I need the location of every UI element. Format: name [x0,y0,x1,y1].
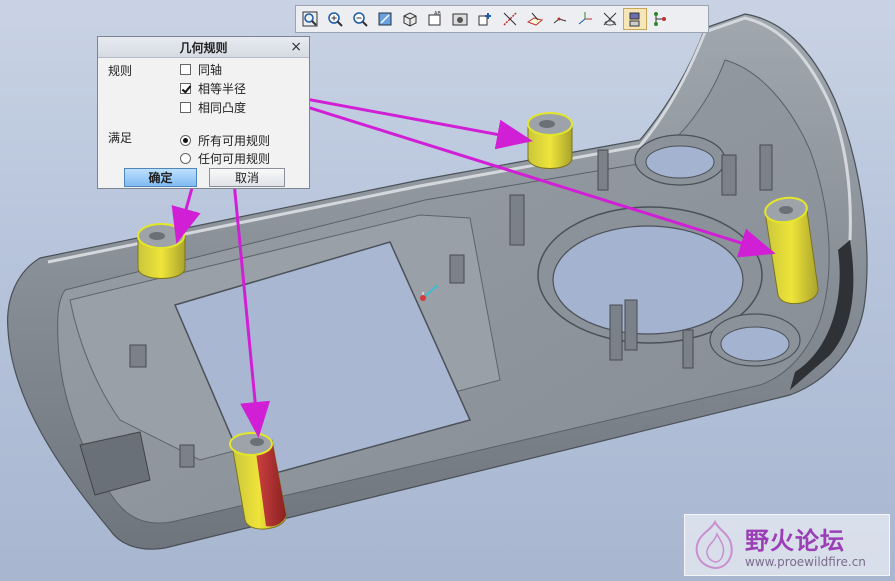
same-convexity-checkbox[interactable] [180,102,191,113]
ok-button[interactable]: 确定 [124,168,197,187]
spin-center-icon[interactable] [473,8,497,30]
watermark-title: 野火论坛 [745,527,845,555]
bottom-hole [720,326,790,362]
flame-logo-icon [695,519,733,570]
dialog-titlebar[interactable]: 几何规则 × [98,37,309,58]
rib [129,344,147,368]
rib [624,299,638,351]
any-rule-radio[interactable] [180,153,191,164]
satisfy-label: 满足 [108,131,133,145]
rib [609,304,623,361]
option-equal-radius[interactable]: 相等半径 [180,80,246,97]
model-tree-icon[interactable] [623,8,647,30]
rib [759,144,773,191]
coaxial-label: 同轴 [198,63,223,77]
rib [509,194,525,246]
view-toolbar: AB [295,5,709,33]
all-rules-radio[interactable] [180,135,191,146]
same-convexity-label: 相同凸度 [198,101,247,115]
rules-label: 规则 [108,64,133,78]
rib [179,444,195,468]
rib [597,149,609,191]
all-rules-label: 所有可用规则 [198,134,271,148]
top-hole [645,145,715,179]
zoom-fit-icon[interactable] [298,8,322,30]
datum-points-icon[interactable] [548,8,572,30]
repaint-icon[interactable] [373,8,397,30]
coaxial-checkbox[interactable] [180,64,191,75]
csys-origin [420,295,426,301]
saved-views-icon[interactable]: AB [423,8,447,30]
annotations-icon[interactable] [598,8,622,30]
boss-left[interactable] [137,223,186,279]
radio-any-rule[interactable]: 任何可用规则 [180,150,270,167]
radio-all-rules[interactable]: 所有可用规则 [180,132,270,149]
orient-icon[interactable] [398,8,422,30]
zoom-out-icon[interactable] [348,8,372,30]
boss-top[interactable] [527,112,573,169]
display-style-icon[interactable] [448,8,472,30]
datum-axes-icon[interactable] [498,8,522,30]
forum-watermark: 野火论坛 www.proewildfire.cn [684,514,890,576]
rib [449,254,465,284]
zoom-in-icon[interactable] [323,8,347,30]
rib [682,329,694,369]
large-hole [552,225,744,335]
datum-planes-icon[interactable] [523,8,547,30]
option-coaxial[interactable]: 同轴 [180,61,222,78]
equal-radius-checkbox[interactable] [180,83,191,94]
csys-icon[interactable] [573,8,597,30]
network-icon[interactable] [648,8,672,30]
any-rule-label: 任何可用规则 [198,152,271,166]
close-icon[interactable]: × [290,39,302,55]
svg-text:AB: AB [434,11,441,17]
geometry-rules-dialog: 几何规则 × 规则 同轴 相等半径 相同凸度 满足 所有可用规则 任何可用规则 … [97,36,310,189]
dialog-title: 几何规则 [179,40,228,55]
equal-radius-label: 相等半径 [198,82,247,96]
rib [721,154,737,196]
cancel-button[interactable]: 取消 [209,168,285,187]
watermark-url: www.proewildfire.cn [745,555,866,569]
option-same-convexity[interactable]: 相同凸度 [180,99,246,116]
